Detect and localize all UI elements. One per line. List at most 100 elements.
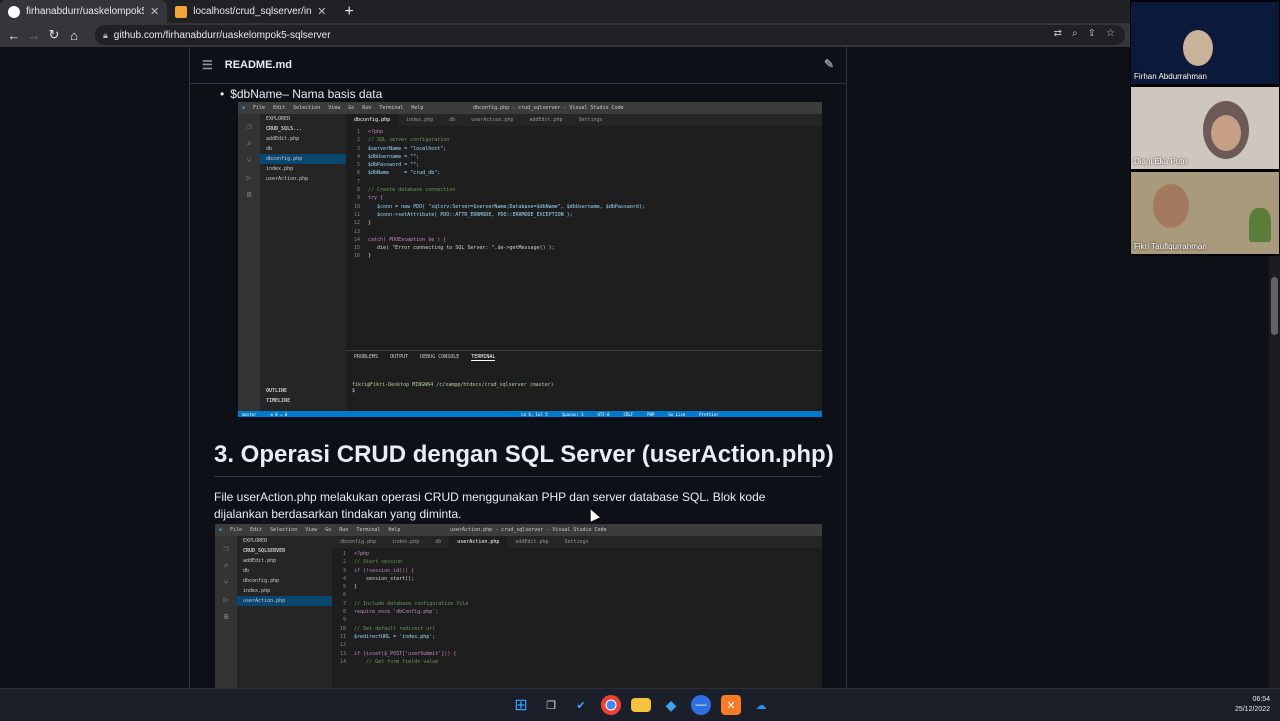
line-number: 1 <box>356 129 360 135</box>
file-item: db <box>266 146 273 152</box>
address-bar[interactable]: 🔒︎ github.com/firhanabdurr/uaskelompok5-… <box>95 25 1125 45</box>
code-text: catch( PDOException $e ) { <box>368 236 447 243</box>
participant-tile: Diani Eka Putri <box>1131 87 1279 169</box>
source-control-icon: ⑂ <box>246 156 252 165</box>
editor-tab: userAction.php <box>471 117 514 123</box>
menu-item: Edit <box>250 527 263 533</box>
code-text: session_start(); <box>354 575 415 582</box>
close-tab-icon[interactable]: ✕ <box>150 5 159 18</box>
file-item: userAction.php <box>237 596 332 606</box>
editor-tab: addEdit.php <box>515 539 549 545</box>
tab-title: localhost/crud_sqlserver/index.p <box>193 6 312 17</box>
vscode-titlebar: ◆ File Edit Selection View Go Run Termin… <box>215 524 822 536</box>
participant-tile: Firhan Abdurrahman <box>1131 2 1279 84</box>
extensions-icon: ⊞ <box>246 190 252 199</box>
menu-item: Run <box>362 105 372 111</box>
system-clock[interactable]: 06:54 25/12/2022 <box>1235 695 1270 715</box>
avatar <box>1153 184 1189 228</box>
file-item: addEdit.php <box>266 136 300 142</box>
line-number: 12 <box>353 220 360 227</box>
vscode-icon[interactable]: ◆ <box>661 695 681 715</box>
code-text: $conn->setAttribute( PDO::ATTR_ERRMODE, … <box>368 211 573 218</box>
editor-tabs: dbconfig.php index.php db userAction.php… <box>346 114 822 126</box>
plant <box>1249 208 1271 242</box>
browser-tab-localhost[interactable]: localhost/crud_sqlserver/index.p ✕ <box>167 0 334 23</box>
code-text: $conn = new PDO( "sqlsrv:Server=$serverN… <box>368 203 645 210</box>
file-item: index.php <box>266 166 294 172</box>
status-item: PHP <box>647 411 655 417</box>
code-line: 15 die( "Error connecting to SQL Server:… <box>346 244 822 252</box>
readme-title: README.md <box>224 59 292 71</box>
browser-toolbar: ← → ↻ ⌂ 🔒︎ github.com/firhanabdurr/uaske… <box>0 23 1130 47</box>
code-line: 8 require_once 'dbConfig.php'; <box>332 608 822 616</box>
task-view-icon[interactable]: ❐ <box>541 695 561 715</box>
panel-tab: OUTPUT <box>390 354 409 360</box>
zoom-icon[interactable]: ⌕ <box>1072 28 1078 39</box>
back-button[interactable]: ← <box>4 28 24 43</box>
project-folder: CRUD_SQLS... <box>266 126 303 132</box>
line-number: 11 <box>353 211 360 218</box>
new-tab-button[interactable]: + <box>334 0 363 23</box>
file-item: dbconfig.php <box>260 154 346 164</box>
extensions-icon: ⊞ <box>223 612 229 621</box>
share-icon[interactable]: ⇪ <box>1088 28 1096 39</box>
xampp-icon[interactable]: ✕ <box>721 695 741 715</box>
line-number: 13 <box>339 650 346 657</box>
outline-list-icon[interactable]: ☰ <box>202 58 213 72</box>
menu-item: Go <box>348 105 355 111</box>
status-bar: master ⊗ 0 ⚠ 0 Ln 6, Col 5 Spaces: 3 UTF… <box>238 411 822 417</box>
forward-button[interactable]: → <box>24 28 44 43</box>
todo-icon[interactable]: ✔ <box>571 695 591 715</box>
line-number: 1 <box>342 551 346 557</box>
status-item: CRLF <box>623 411 634 417</box>
section-paragraph: File userAction.php melakukan operasi CR… <box>214 490 766 521</box>
line-number: 11 <box>339 633 346 640</box>
code-text: $dbPassword = ""; <box>368 162 420 169</box>
code-line: 14 catch( PDOException $e ) { <box>346 236 822 244</box>
reload-button[interactable]: ↻ <box>44 27 64 43</box>
menu-item: View <box>328 105 341 111</box>
code-line: 2 // Start session <box>332 558 822 566</box>
app-icon[interactable]: — <box>691 695 711 715</box>
close-tab-icon[interactable]: ✕ <box>317 5 326 18</box>
windows-taskbar: ⊞ ❐ ✔ ◆ — ✕ ☁ 06:54 25/12/2022 <box>0 688 1280 721</box>
bookmark-star-icon[interactable]: ☆ <box>1106 28 1115 39</box>
code-line: 4 $dbUsername = ""; <box>346 153 822 161</box>
edit-pencil-icon[interactable]: ✎ <box>824 57 834 71</box>
docker-icon[interactable]: ☁ <box>751 695 771 715</box>
menu-item: Selection <box>293 105 321 111</box>
code-line: 5} <box>332 583 822 591</box>
code-text: die( "Error connecting to SQL Server: ".… <box>368 245 555 252</box>
code-line: 11 $redirectURL = 'index.php'; <box>332 633 822 641</box>
window-title: userAction.php - crud_sqlserver - Visual… <box>450 527 607 533</box>
file-explorer-icon[interactable] <box>631 698 651 712</box>
editor-tab: dbconfig.php <box>340 539 377 545</box>
home-button[interactable]: ⌂ <box>64 28 84 43</box>
translate-icon[interactable]: ⇄ <box>1054 28 1062 39</box>
code-line: 4 session_start(); <box>332 575 822 583</box>
explorer-header: EXPLORER <box>266 116 291 122</box>
chrome-icon[interactable] <box>601 695 621 715</box>
avatar <box>1211 115 1241 151</box>
participant-name: Firhan Abdurrahman <box>1134 72 1207 81</box>
line-number: 14 <box>339 658 346 665</box>
code-text: } <box>368 253 372 260</box>
browser-tab-github[interactable]: firhanabdurr/uaskelompok5-sql ✕ <box>0 0 168 23</box>
line-number: 5 <box>356 162 360 169</box>
explorer-sidebar: EXPLORER CRUD_SQLSERVER addEdit.php db d… <box>237 536 332 688</box>
line-number: 2 <box>356 137 360 144</box>
editor-tab: index.php <box>392 539 420 545</box>
scrollbar-thumb[interactable] <box>1271 277 1278 335</box>
url-text: github.com/firhanabdurr/uaskelompok5-sql… <box>113 29 331 41</box>
code-text: // Create database connection <box>368 187 456 194</box>
github-icon <box>8 5 20 18</box>
line-number: 7 <box>342 600 346 607</box>
line-number: 7 <box>356 178 360 185</box>
code-text: if (!session_id()) { <box>354 567 415 574</box>
code-text: } <box>368 220 372 227</box>
code-line: 6 <box>332 591 822 599</box>
line-number: 9 <box>356 195 360 202</box>
line-number: 10 <box>353 203 360 210</box>
windows-icon[interactable]: ⊞ <box>511 695 531 715</box>
line-number: 8 <box>356 187 360 194</box>
